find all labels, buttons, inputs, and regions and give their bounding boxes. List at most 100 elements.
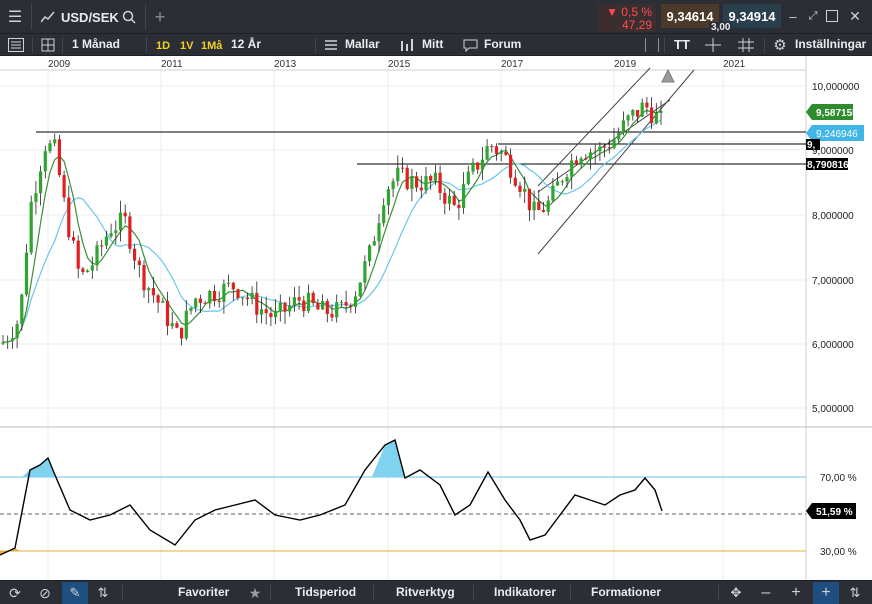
candle-body [452, 195, 456, 205]
candle-body [165, 301, 170, 327]
candle-body [645, 102, 649, 108]
candle-body [466, 171, 470, 185]
minimize-icon[interactable]: – [786, 9, 800, 24]
candle-body [612, 139, 616, 148]
settings-button[interactable]: Inställningar [795, 37, 866, 51]
range-1v[interactable]: 1V [180, 40, 193, 52]
candle-body [245, 297, 249, 299]
star-icon[interactable]: ★ [246, 584, 264, 602]
candle-body [617, 132, 621, 140]
candle-body [81, 268, 85, 273]
search-icon[interactable] [120, 8, 138, 26]
rsi-path [0, 438, 663, 556]
drawing-grid-icon[interactable] [737, 38, 755, 52]
candle-body [490, 146, 494, 148]
candle-body [372, 241, 376, 246]
y-axis-label: 7,000000 [812, 276, 854, 287]
candle-body [133, 248, 137, 261]
candle-body [377, 223, 381, 242]
change-abs: 47,29 [621, 18, 652, 32]
x-axis-label: 2013 [274, 59, 297, 70]
candle-body [156, 295, 160, 303]
interval-select[interactable]: 1 Månad [72, 37, 120, 51]
price-tag-black-2-text: 8,790816 [807, 160, 849, 171]
fit-icon[interactable]: ⇅ [846, 584, 864, 602]
zoom-out-icon[interactable]: – [757, 584, 775, 602]
gear-icon[interactable]: ⚙ [772, 37, 788, 54]
candle-body [151, 288, 155, 296]
crosshair-icon[interactable]: + [813, 582, 839, 604]
candle-body [104, 236, 108, 246]
refresh-icon[interactable]: ⟳ [6, 584, 24, 602]
candle-body [57, 139, 61, 176]
ritverktyg-button[interactable]: Ritverktyg [396, 585, 455, 599]
candle-body [10, 338, 14, 342]
candle-body [476, 162, 480, 170]
range-12ar[interactable]: 12 År [231, 37, 261, 51]
mallar-button[interactable]: Mallar [345, 37, 380, 51]
candle-body [53, 139, 57, 144]
change-pct: ▼ 0,5 % [606, 5, 652, 19]
range-1ma[interactable]: 1Må [201, 40, 222, 52]
swap-icon[interactable]: ⇅ [94, 584, 112, 602]
candle-body [593, 151, 597, 153]
formationer-button[interactable]: Formationer [591, 585, 661, 599]
doc-icon[interactable] [645, 38, 659, 52]
candle-body [292, 297, 296, 306]
zoom-in-icon[interactable]: + [787, 584, 805, 602]
alert-triangle-icon[interactable] [661, 68, 675, 83]
candle-body [288, 305, 292, 312]
candle-body [170, 323, 174, 327]
x-axis-label: 2011 [161, 59, 183, 70]
layout-grid-icon[interactable] [40, 37, 56, 53]
favoriter-button[interactable]: Favoriter [178, 585, 229, 599]
candle-body [565, 177, 569, 182]
candle-body [471, 162, 475, 172]
candle-body [386, 189, 390, 206]
chart-area[interactable]: 2009 2011 2013 2015 2017 2019 2021 10,000000 9,… [0, 56, 872, 580]
candle-body [34, 193, 38, 202]
forum-button[interactable]: Forum [484, 37, 521, 51]
text-size-button[interactable]: TT [674, 37, 690, 52]
mitt-button[interactable]: Mitt [422, 37, 443, 51]
y-axis-grid [0, 85, 806, 409]
candle-body [114, 230, 118, 234]
candle-body [659, 110, 663, 113]
rsi-label-70: 70,00 % [820, 473, 857, 484]
tidsperiod-button[interactable]: Tidsperiod [295, 585, 356, 599]
candle-body [443, 192, 447, 204]
candle-body [147, 288, 151, 291]
indikatorer-button[interactable]: Indikatorer [494, 585, 556, 599]
candle-body [123, 212, 127, 217]
candle-body [217, 301, 221, 303]
expand-icon[interactable]: ⤢ [806, 9, 820, 23]
menu-icon[interactable]: ☰ [4, 6, 26, 28]
spread-label: 3,00 [709, 22, 733, 33]
move-icon[interactable]: ✥ [727, 584, 745, 602]
cancel-icon[interactable]: ⊘ [36, 584, 54, 602]
price-tag-black-1: 9, [806, 139, 820, 151]
add-tab-icon[interactable]: + [150, 7, 170, 27]
range-1d[interactable]: 1D [156, 40, 170, 52]
candle-body [278, 302, 282, 311]
crosshair-settings-icon[interactable] [704, 38, 722, 52]
price-tag-blue: 9,246946 [806, 125, 864, 141]
candle-body [175, 323, 179, 328]
pencil-icon[interactable]: ✎ [62, 582, 88, 604]
close-icon[interactable]: ✕ [848, 8, 862, 24]
candle-body [603, 146, 607, 148]
candle-body [20, 294, 24, 325]
candle-body [227, 282, 231, 284]
candle-body [161, 301, 165, 303]
candle-body [584, 158, 588, 160]
window-icon[interactable] [826, 10, 838, 22]
candle-body [344, 302, 348, 306]
panel-icon[interactable] [8, 38, 24, 52]
y-axis-label: 8,000000 [812, 211, 854, 222]
candle-body [339, 302, 343, 304]
x-axis-labels: 2009 2011 2013 2015 2017 2019 2021 [48, 59, 746, 70]
y-axis-label: 6,000000 [812, 340, 854, 351]
candle-body [67, 197, 71, 238]
candle-body [137, 260, 141, 266]
symbol-label[interactable]: USD/SEK [61, 10, 119, 25]
